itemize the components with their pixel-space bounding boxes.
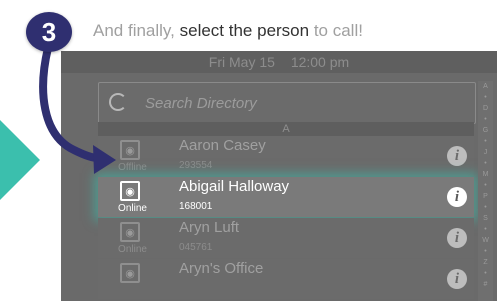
contact-name: Aryn's Office	[179, 260, 264, 277]
index-letter: •	[484, 270, 487, 277]
contact-row-aryn-luft[interactable]: ◉ Online Aryn Luft 045761 i	[98, 218, 474, 258]
index-letter: •	[484, 160, 487, 167]
search-directory-field[interactable]: Search Directory	[98, 82, 476, 124]
contact-extension: 168001	[179, 201, 213, 212]
info-icon[interactable]: i	[447, 269, 467, 289]
contact-name: Abigail Halloway	[179, 178, 290, 195]
index-letter[interactable]: M	[478, 169, 493, 180]
contact-row-aryns-office[interactable]: ◉ Aryn's Office i	[98, 259, 474, 299]
info-icon[interactable]: i	[447, 146, 467, 166]
directory-panel: Search Directory A ◉ Offline Aaron Casey…	[98, 82, 479, 301]
contact-extension: 045761	[179, 242, 213, 253]
contact-row-abigail-halloway[interactable]: ◉ Online Abigail Halloway 168001 i	[98, 177, 474, 217]
instruction-suffix: to call!	[309, 21, 363, 40]
alphabet-index-bar[interactable]: A • D • G • J • M • P • S • W • Z • #	[478, 81, 493, 301]
info-icon[interactable]: i	[447, 187, 467, 207]
index-letter[interactable]: #	[478, 279, 493, 290]
index-letter[interactable]: P	[478, 191, 493, 202]
index-letter[interactable]: W	[478, 235, 493, 246]
contact-status: Online	[118, 244, 147, 255]
index-letter[interactable]: A	[478, 81, 493, 92]
index-letter[interactable]: J	[478, 147, 493, 158]
phone-screen: Fri May 15 12:00 pm Search Directory A ◉…	[61, 51, 497, 301]
section-header-a: A	[98, 122, 474, 136]
index-letter: •	[484, 116, 487, 123]
index-letter: •	[484, 138, 487, 145]
index-letter: •	[484, 204, 487, 211]
date-label: Fri May 15	[208, 54, 275, 70]
person-icon: ◉	[120, 263, 140, 283]
contact-status: Offline	[118, 162, 147, 173]
index-letter: •	[484, 182, 487, 189]
step-number-badge: 3	[26, 12, 72, 52]
contact-name: Aaron Casey	[179, 137, 266, 154]
person-icon: ◉	[120, 181, 140, 201]
contact-extension: 293554	[179, 160, 213, 171]
search-icon	[109, 93, 127, 111]
search-placeholder: Search Directory	[145, 95, 257, 112]
index-letter[interactable]: G	[478, 125, 493, 136]
instruction-prefix: And finally,	[93, 21, 180, 40]
contact-name: Aryn Luft	[179, 219, 240, 236]
instruction-text: And finally, select the person to call!	[93, 21, 363, 41]
contact-status: Online	[118, 203, 147, 214]
index-letter: •	[484, 94, 487, 101]
time-label: 12:00 pm	[290, 54, 350, 70]
index-letter[interactable]: S	[478, 213, 493, 224]
left-indicator-triangle	[0, 120, 40, 200]
index-letter: •	[484, 226, 487, 233]
index-letter[interactable]: D	[478, 103, 493, 114]
index-letter: •	[484, 248, 487, 255]
contact-row-aaron-casey[interactable]: ◉ Offline Aaron Casey 293554 i	[98, 136, 474, 176]
info-icon[interactable]: i	[447, 228, 467, 248]
instruction-highlight: select the person	[179, 21, 310, 40]
status-bar: Fri May 15 12:00 pm	[61, 51, 497, 73]
index-letter[interactable]: Z	[478, 257, 493, 268]
person-icon: ◉	[120, 140, 140, 160]
person-icon: ◉	[120, 222, 140, 242]
